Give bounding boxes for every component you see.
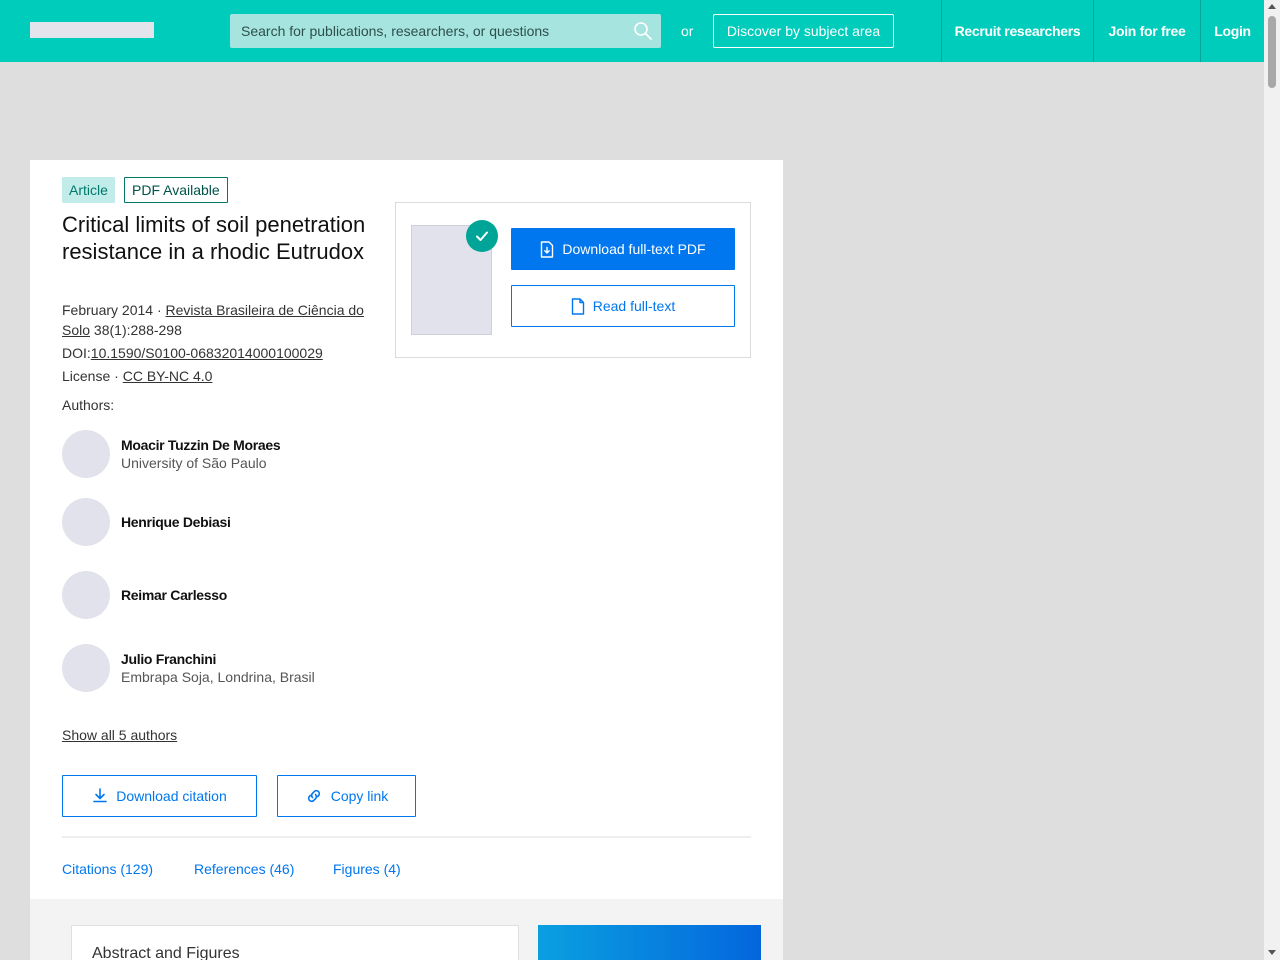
scroll-thumb[interactable]	[1268, 16, 1276, 88]
avatar[interactable]	[62, 498, 110, 546]
author-item[interactable]: Moacir Tuzzin De Moraes University of Sã…	[62, 430, 382, 478]
discover-subject-button[interactable]: Discover by subject area	[713, 14, 894, 48]
pdf-available-badge: PDF Available	[124, 177, 228, 203]
author-affiliation: Embrapa Soja, Londrina, Brasil	[121, 669, 315, 685]
avatar[interactable]	[62, 644, 110, 692]
fulltext-preview-box: Download full-text PDF Read full-text	[395, 202, 751, 358]
tab-citations[interactable]: Citations (129)	[62, 861, 153, 877]
top-header: or Discover by subject area Recruit rese…	[0, 0, 1264, 62]
show-all-authors-link[interactable]: Show all 5 authors	[62, 727, 177, 743]
download-citation-button[interactable]: Download citation	[62, 775, 257, 817]
link-icon	[307, 789, 320, 803]
page-scrollbar[interactable]	[1264, 0, 1280, 960]
read-fulltext-button[interactable]: Read full-text	[511, 285, 735, 327]
download-fulltext-pdf-button[interactable]: Download full-text PDF	[511, 228, 735, 270]
author-name[interactable]: Henrique Debiasi	[121, 514, 231, 530]
copy-link-label: Copy link	[330, 788, 389, 804]
abstract-heading: Abstract and Figures	[92, 945, 240, 960]
tab-references[interactable]: References (46)	[194, 861, 294, 877]
pdf-download-icon	[541, 240, 554, 258]
authors-label: Authors:	[62, 397, 115, 413]
author-item[interactable]: Reimar Carlesso	[62, 571, 382, 619]
license-link[interactable]: CC BY-NC 4.0	[123, 368, 213, 384]
publication-card: Article PDF Available Critical limits of…	[30, 160, 783, 960]
avatar[interactable]	[62, 430, 110, 478]
download-citation-label: Download citation	[116, 788, 227, 804]
site-logo[interactable]	[30, 22, 154, 38]
license-line: License · CC BY-NC 4.0	[62, 366, 372, 386]
publication-meta: February 2014 · Revista Brasileira de Ci…	[62, 300, 372, 340]
tab-figures[interactable]: Figures (4)	[333, 861, 401, 877]
search-box[interactable]	[230, 14, 661, 48]
promo-banner[interactable]	[538, 925, 761, 960]
doi-link[interactable]: 10.1590/S0100-06832014000100029	[91, 345, 323, 361]
check-icon	[466, 220, 498, 252]
volume-pages: 38(1):288-298	[90, 322, 182, 338]
scroll-up-icon[interactable]	[1268, 4, 1276, 9]
nav-login[interactable]: Login	[1200, 0, 1264, 62]
doi-line: DOI:10.1590/S0100-06832014000100029	[62, 343, 372, 363]
doi-label: DOI:	[62, 345, 91, 361]
or-separator: or	[681, 23, 694, 39]
article-title: Critical limits of soil penetration resi…	[62, 212, 366, 264]
meta-separator: ·	[153, 302, 166, 318]
author-name[interactable]: Julio Franchini	[121, 651, 216, 667]
author-item[interactable]: Julio Franchini Embrapa Soja, Londrina, …	[62, 644, 382, 692]
nav-join-free[interactable]: Join for free	[1093, 0, 1200, 62]
download-icon	[93, 788, 108, 803]
avatar[interactable]	[62, 571, 110, 619]
section-divider	[62, 836, 751, 838]
author-name[interactable]: Reimar Carlesso	[121, 587, 227, 603]
author-affiliation: University of São Paulo	[121, 455, 267, 471]
article-type-badge: Article	[62, 177, 115, 203]
author-item[interactable]: Henrique Debiasi	[62, 498, 382, 546]
copy-link-button[interactable]: Copy link	[277, 775, 416, 817]
document-icon	[571, 297, 584, 315]
download-pdf-label: Download full-text PDF	[562, 241, 706, 257]
search-icon[interactable]	[633, 21, 653, 41]
publication-date: February 2014	[62, 302, 154, 318]
license-label: License ·	[62, 368, 123, 384]
abstract-card: Abstract and Figures	[71, 925, 519, 960]
read-fulltext-label: Read full-text	[592, 298, 676, 314]
author-name[interactable]: Moacir Tuzzin De Moraes	[121, 437, 281, 453]
search-input[interactable]	[230, 14, 630, 48]
scroll-down-icon[interactable]	[1268, 950, 1276, 955]
nav-recruit-researchers[interactable]: Recruit researchers	[941, 0, 1093, 62]
